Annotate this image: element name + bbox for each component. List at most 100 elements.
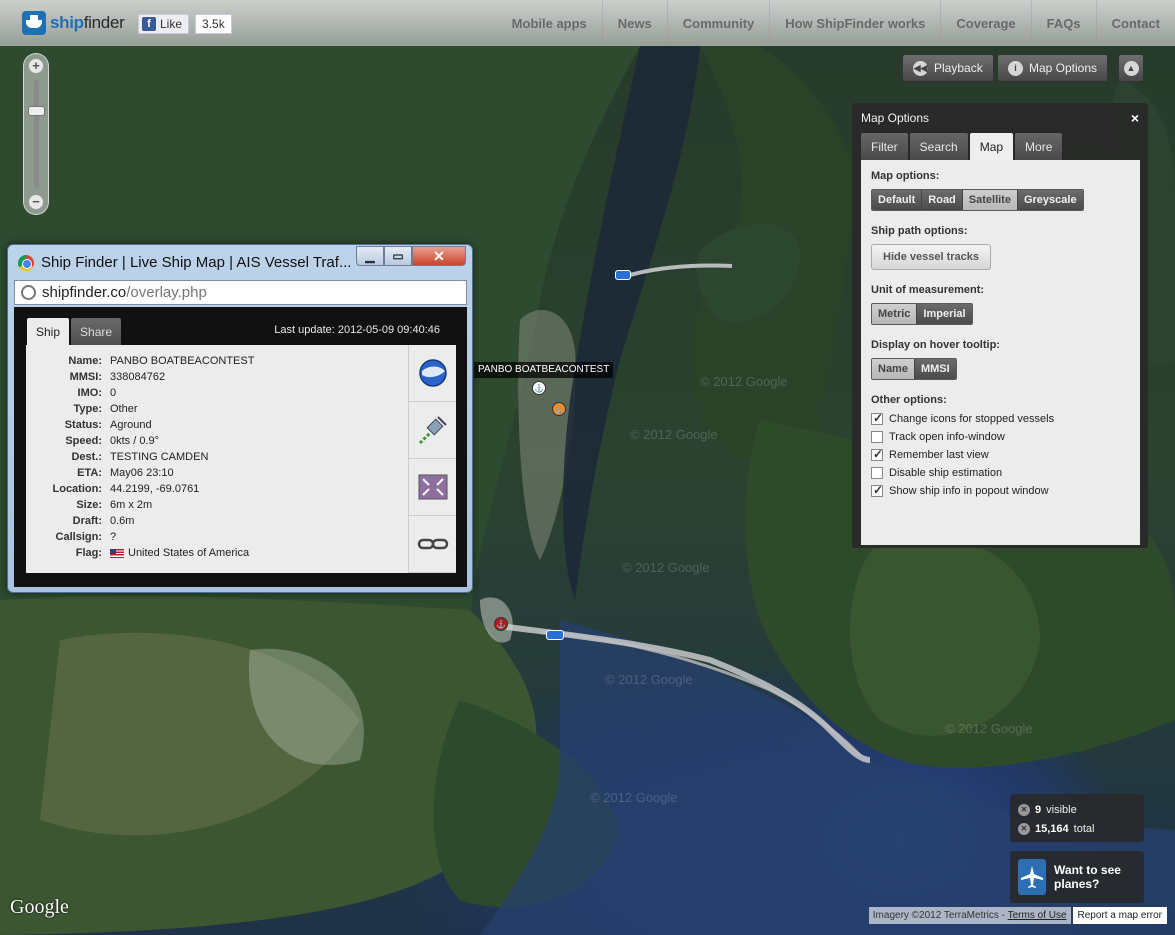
field-value: TESTING CAMDEN: [110, 451, 209, 463]
report-map-error-link[interactable]: Report a map error: [1072, 907, 1167, 924]
field-key: Type:: [73, 403, 102, 415]
unit-metric[interactable]: Metric: [872, 304, 917, 324]
field-value: 0kts / 0.9°: [110, 435, 160, 447]
popout-content: Ship Share Last update: 2012-05-09 09:40…: [14, 307, 467, 587]
zoom-slider-handle[interactable]: [28, 106, 45, 116]
hover-name[interactable]: Name: [872, 359, 914, 379]
hover-tooltip-heading: Display on hover tooltip:: [871, 339, 1000, 351]
info-row-callsign: Callsign:?: [26, 529, 406, 545]
zoom-to-vessel-button[interactable]: [409, 459, 456, 516]
share-link-button[interactable]: [409, 516, 456, 573]
field-value: 44.2199, -69.0761: [110, 483, 200, 495]
map-type-road[interactable]: Road: [921, 190, 962, 210]
tab-ship[interactable]: Ship: [27, 318, 70, 345]
tab-filter[interactable]: Filter: [861, 133, 908, 160]
tab-more[interactable]: More: [1015, 133, 1063, 160]
playback-label: Playback: [934, 61, 983, 75]
other-options-heading: Other options:: [871, 394, 947, 406]
field-value: Aground: [110, 419, 152, 431]
map-options-label: Map Options: [1029, 61, 1098, 75]
google-logo: Google: [10, 896, 69, 918]
maximize-icon: ▭: [392, 249, 404, 263]
field-key: Size:: [76, 499, 102, 511]
field-value: PANBO BOATBEACONTEST: [110, 355, 255, 367]
option-remember-view[interactable]: Remember last view: [871, 447, 1130, 461]
nav-community[interactable]: Community: [666, 0, 770, 46]
hide-vessel-tracks-button[interactable]: Hide vessel tracks: [871, 244, 992, 270]
zoom-in-button[interactable]: +: [28, 58, 44, 74]
nav-contact[interactable]: Contact: [1095, 0, 1175, 46]
map-watermark: © 2012 Google: [700, 374, 788, 389]
field-value: 0.6m: [110, 515, 135, 527]
option-disable-estimation[interactable]: Disable ship estimation: [871, 467, 1130, 479]
checkbox[interactable]: [871, 431, 883, 443]
ship-label: PANBO BOATBEACONTEST: [474, 362, 614, 378]
visible-number: 9: [1035, 803, 1042, 816]
main-nav: Mobile apps News Community How ShipFinde…: [497, 0, 1175, 46]
field-key: Name:: [68, 355, 102, 367]
anchor-marker-icon[interactable]: ⚓: [532, 381, 546, 395]
info-row-size: Size: 6m x 2m: [26, 497, 406, 513]
ship-details: Name: PANBO BOATBEACONTEST MMSI: 338084762…: [26, 345, 456, 573]
close-circle-icon: ✕: [1018, 803, 1030, 816]
tab-share[interactable]: Share: [71, 318, 122, 345]
field-value: 338084762: [110, 371, 166, 383]
hover-mmsi[interactable]: MMSI: [913, 359, 956, 379]
tab-search[interactable]: Search: [909, 133, 968, 160]
total-number: 15,164: [1035, 822, 1069, 835]
zoom-out-button[interactable]: −: [28, 194, 44, 210]
google-earth-button[interactable]: [409, 345, 456, 402]
units-heading: Unit of measurement:: [871, 284, 985, 296]
tab-map[interactable]: Map: [969, 133, 1014, 160]
checkbox[interactable]: [871, 447, 883, 461]
anchor-marker-icon[interactable]: ⚓: [552, 402, 566, 416]
field-key: Flag:: [75, 547, 102, 559]
field-value: May06 23:10: [110, 467, 174, 479]
map-type-greyscale[interactable]: Greyscale: [1016, 190, 1083, 210]
address-bar[interactable]: shipfinder.co/overlay.php: [14, 280, 467, 305]
checkbox[interactable]: [871, 411, 883, 425]
checkbox[interactable]: [871, 467, 883, 479]
unit-imperial[interactable]: Imperial: [916, 304, 972, 324]
imagery-attribution: Imagery ©2012 TerraMetrics - Terms of Us…: [868, 907, 1071, 924]
nav-faqs[interactable]: FAQs: [1030, 0, 1096, 46]
map-type-default[interactable]: Default: [872, 190, 922, 210]
minimize-button[interactable]: ▁: [356, 246, 384, 266]
option-change-icons[interactable]: Change icons for stopped vessels: [871, 411, 1130, 425]
zoom-slider-track[interactable]: [34, 80, 39, 188]
nav-coverage[interactable]: Coverage: [940, 0, 1030, 46]
anchor-marker-icon[interactable]: ⚓: [494, 617, 508, 631]
last-update: Last update: 2012-05-09 09:40:46: [274, 324, 440, 336]
info-row-eta: ETA: May06 23:10: [26, 465, 406, 481]
ship-tabs: Ship Share: [27, 318, 122, 345]
nav-news[interactable]: News: [601, 0, 667, 46]
maximize-button[interactable]: ▭: [384, 246, 412, 266]
track-vessel-button[interactable]: [409, 402, 456, 459]
map-options-button[interactable]: i Map Options: [997, 54, 1109, 82]
field-key: ETA:: [77, 467, 102, 479]
options-body: Map options: Default Road Satellite Grey…: [861, 160, 1140, 545]
map-watermark: © 2012 Google: [622, 560, 710, 575]
collapse-button[interactable]: ▲: [1118, 54, 1144, 82]
terms-of-use-link[interactable]: Terms of Use: [1008, 910, 1067, 921]
map-type-satellite[interactable]: Satellite: [961, 190, 1017, 210]
option-label: Disable ship estimation: [889, 467, 1003, 479]
facebook-like-button[interactable]: f Like: [138, 14, 190, 34]
map-watermark: © 2012 Google: [630, 427, 718, 442]
close-window-button[interactable]: ✕: [412, 246, 466, 266]
nav-how-it-works[interactable]: How ShipFinder works: [769, 0, 940, 46]
nav-mobile-apps[interactable]: Mobile apps: [497, 0, 602, 46]
planes-promo-button[interactable]: Want to see planes?: [1010, 851, 1144, 903]
info-row-draft: Draft: 0.6m: [26, 513, 406, 529]
option-popout-window[interactable]: Show ship info in popout window: [871, 483, 1130, 497]
shipfinder-logo[interactable]: shipfinder: [22, 11, 125, 35]
imagery-text: Imagery ©2012 TerraMetrics -: [872, 910, 1008, 921]
checkbox[interactable]: [871, 483, 883, 497]
vessel-marker[interactable]: [615, 270, 631, 280]
playback-button[interactable]: ◀◀ Playback: [902, 54, 994, 82]
close-icon[interactable]: ×: [1131, 110, 1139, 126]
vessel-marker[interactable]: [546, 630, 564, 640]
option-track-info-window[interactable]: Track open info-window: [871, 431, 1130, 443]
window-controls: ▁ ▭ ✕: [356, 246, 466, 266]
logo-text-part2: finder: [83, 13, 125, 32]
